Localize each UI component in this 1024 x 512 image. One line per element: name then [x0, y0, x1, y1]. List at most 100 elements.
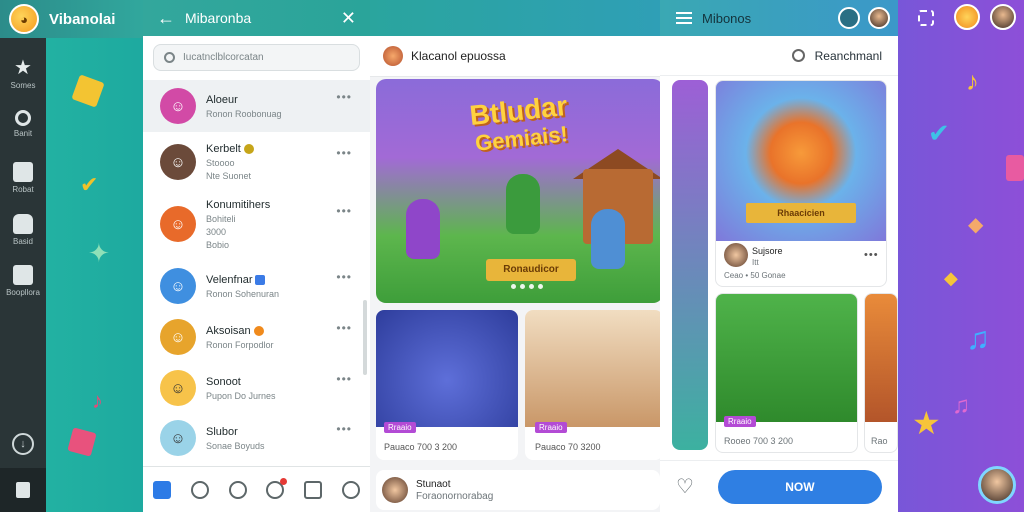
- character: [591, 209, 625, 269]
- avatar[interactable]: [990, 4, 1016, 30]
- card-tag: Rraaio: [384, 422, 416, 433]
- clock-icon[interactable]: ↓: [12, 433, 34, 455]
- rail-item-bag[interactable]: Basid: [0, 214, 46, 246]
- avatar[interactable]: [954, 4, 980, 30]
- card-meta: Rao: [871, 436, 888, 446]
- video-card[interactable]: Rraaio Pauaco 70 3200: [525, 310, 663, 460]
- hero-ribbon: Ronaudicor: [486, 259, 576, 281]
- more-icon[interactable]: •••: [336, 321, 352, 335]
- chat-search[interactable]: Iucatnclblcorcatan: [153, 44, 360, 71]
- avatar: ☺: [160, 206, 196, 242]
- scan-icon[interactable]: [918, 10, 934, 26]
- smile-icon[interactable]: [228, 480, 247, 499]
- list-icon: [13, 265, 33, 285]
- decor-block: [67, 427, 97, 457]
- contact-item[interactable]: ☺ Sonoot Pupon Do Jurnes •••: [143, 362, 370, 414]
- card-thumbnail: [525, 310, 663, 427]
- notification-icon[interactable]: [266, 477, 288, 499]
- rail-bottom: [0, 468, 46, 512]
- music-note-icon: ♪: [92, 388, 103, 413]
- more-icon[interactable]: •••: [336, 204, 352, 218]
- middle-top-strip: [370, 0, 660, 36]
- rail-item-list[interactable]: Boopllora: [0, 265, 46, 297]
- decor-star: ★: [912, 405, 941, 441]
- user-name: Stunaot: [416, 478, 451, 490]
- rail-label: Somes: [10, 81, 36, 90]
- card-meta: Ceao • 50 Gonae: [724, 271, 786, 280]
- more-icon[interactable]: •••: [336, 90, 352, 104]
- contact-item[interactable]: ☺ Aloeur Ronon Roobonuag •••: [143, 80, 370, 132]
- decor-block: [1006, 155, 1024, 181]
- verified-badge-icon: [255, 274, 266, 285]
- card-tag: Rraaio: [535, 422, 567, 433]
- more-icon[interactable]: •••: [336, 146, 352, 160]
- heart-icon[interactable]: ♡: [676, 474, 694, 499]
- menu-icon[interactable]: [676, 9, 692, 27]
- video-card[interactable]: Rraaio Pauaco 700 3 200: [376, 310, 518, 460]
- rail-item-search[interactable]: Banit: [0, 110, 46, 138]
- trash-icon[interactable]: [16, 482, 30, 498]
- back-arrow-icon[interactable]: ←: [157, 8, 177, 29]
- chat-panel: ← Mibaronba ✕ Iucatnclblcorcatan ☺ Aloeu…: [143, 0, 370, 512]
- chat-header: ← Mibaronba ✕: [143, 0, 370, 36]
- home-icon[interactable]: [152, 480, 171, 499]
- app-logo[interactable]: ◕: [9, 4, 39, 34]
- contact-item[interactable]: ☺ Konumitihers Bohiteli 3000 Bobio •••: [143, 194, 370, 254]
- card-thumbnail: [716, 294, 857, 422]
- decor-shape: ◆: [968, 214, 984, 236]
- rail-label: Basid: [12, 237, 33, 246]
- contact-item[interactable]: ☺ Slubor Sonae Boyuds •••: [143, 412, 370, 464]
- avatar[interactable]: [383, 46, 403, 66]
- rail-item-notes[interactable]: Robat: [0, 162, 46, 194]
- partial-card[interactable]: [672, 80, 708, 450]
- avatar: [724, 243, 748, 267]
- feed-footer-user[interactable]: Stunaot Foraonornorabag: [376, 470, 660, 510]
- feed-header: Klacanol epuossa: [370, 36, 660, 77]
- search-icon: [15, 110, 31, 126]
- contact-preview: Sonae Boyuds: [206, 440, 265, 451]
- more-icon[interactable]: •••: [336, 372, 352, 386]
- contact-item[interactable]: ☺ Aksoisan Ronon Forpodlor •••: [143, 311, 370, 363]
- close-icon[interactable]: ✕: [341, 8, 356, 29]
- now-button[interactable]: NOW: [717, 469, 882, 504]
- contact-preview: Ronon Sohenuran: [206, 288, 280, 299]
- character: [506, 174, 540, 234]
- right-header: Mibonos: [660, 0, 898, 36]
- right-footer: ♡ NOW: [660, 460, 898, 512]
- avatar[interactable]: [868, 7, 890, 29]
- search-placeholder: Iucatnclblcorcatan: [183, 52, 264, 63]
- contact-item[interactable]: ☺ Velenfnar Ronon Sohenuran •••: [143, 260, 370, 312]
- featured-card[interactable]: Rhaacicien Sujsore Itt Ceao • 50 Gonae •…: [715, 80, 887, 287]
- rail-label: Banit: [13, 129, 33, 138]
- avatar: ☺: [160, 268, 196, 304]
- rail-item-home[interactable]: ★ Somes: [0, 58, 46, 90]
- carousel-dots[interactable]: [511, 284, 543, 289]
- headset-icon[interactable]: [838, 7, 860, 29]
- more-icon[interactable]: •••: [864, 249, 879, 261]
- right-search[interactable]: Reanchmanl: [660, 36, 898, 76]
- search-icon: [791, 49, 805, 62]
- card-thumbnail: [376, 310, 518, 427]
- video-card[interactable]: Rraaio Rooeo 700 3 200: [715, 293, 858, 453]
- app-title: Vibanolai: [49, 10, 116, 28]
- settings-icon[interactable]: [342, 480, 361, 499]
- hero-banner[interactable]: Btludar Gemiais! Ronaudicor: [376, 79, 663, 303]
- bookmark-icon[interactable]: [304, 480, 323, 499]
- chat-bubble-icon[interactable]: [190, 480, 209, 499]
- decor-block: [71, 74, 105, 108]
- top-right-toolbar: [898, 0, 1024, 36]
- more-icon[interactable]: •••: [336, 422, 352, 436]
- contact-item[interactable]: ☺ Kerbelt Stoooo Nte Suonet •••: [143, 136, 370, 188]
- avatar: ☺: [160, 88, 196, 124]
- chat-title: Mibaronba: [185, 10, 252, 26]
- avatar: ☺: [160, 420, 196, 456]
- scrollbar[interactable]: [363, 300, 367, 375]
- app-header: ◕ Vibanolai: [0, 0, 143, 38]
- user-avatar-button[interactable]: [978, 466, 1016, 504]
- decor-star: ✦: [88, 238, 110, 268]
- contact-preview: Ronon Forpodlor: [206, 339, 274, 350]
- partial-card[interactable]: Rao: [864, 293, 898, 453]
- feed-panel: Klacanol epuossa Btludar Gemiais! Ronaud…: [370, 36, 663, 512]
- more-icon[interactable]: •••: [336, 270, 352, 284]
- music-note-icon: ♫: [966, 320, 990, 356]
